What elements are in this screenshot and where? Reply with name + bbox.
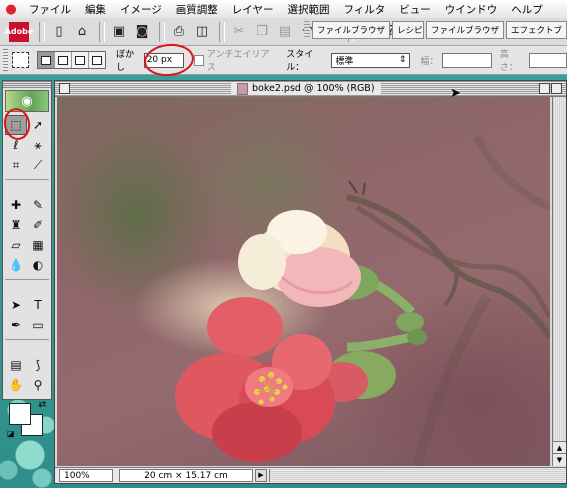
default-colors-icon[interactable]: ◪ — [7, 429, 15, 438]
style-label: スタイル： — [286, 50, 314, 73]
palette-well: ファイルブラウザ レシピ ファイルブラウザ エフェクトブ — [300, 21, 567, 39]
foreground-color-swatch[interactable] — [9, 403, 31, 425]
options-bar: ぼかし アンチエイリアス スタイル： 標準 ⇕ 幅： 高さ： — [0, 46, 567, 75]
rect-marquee-preset-icon[interactable] — [12, 52, 30, 68]
antialias-checkbox[interactable] — [193, 54, 204, 66]
subtract-selection-mode[interactable] — [72, 52, 90, 68]
add-selection-mode[interactable] — [55, 52, 73, 68]
menu-file[interactable]: ファイル — [22, 2, 78, 17]
color-swatches: ⇄ ◪ — [5, 400, 49, 438]
menu-filter[interactable]: フィルタ — [336, 2, 392, 17]
palette-tab-file-browser-2[interactable]: ファイルブラウザ — [425, 21, 504, 39]
zoom-box-icon[interactable] — [539, 83, 550, 94]
menu-layer[interactable]: レイヤー — [225, 2, 281, 17]
cut-icon[interactable]: ✂ — [229, 22, 249, 42]
collapse-box-icon[interactable] — [551, 83, 562, 94]
tool-grid: ⬚ ➚ ℓ ⚹ ⌗ ⟋ ✚ ✎ ♜ ✐ ▱ ▦ 💧 ◐ ➤ T ✒ ▭ ▤ ⟆ … — [3, 114, 51, 396]
swap-colors-icon[interactable]: ⇄ — [38, 400, 46, 410]
save-icon[interactable]: ▣ — [109, 22, 129, 42]
print-icon[interactable]: ⎙ — [169, 22, 189, 42]
tool-separator — [5, 335, 49, 340]
width-label: 幅： — [420, 56, 439, 67]
shortcuts-toolbar: Adobe ▯ ⌂ ▣ ◙ ⎙ ◫ ✂ ❐ ▤ ↶ ↷ ⟋ ? ファイルブラウザ… — [0, 18, 567, 46]
save-for-web-icon[interactable]: ◙ — [132, 22, 152, 42]
shape-tool-icon[interactable]: ▭ — [27, 315, 49, 335]
palette-well-grip[interactable] — [303, 21, 310, 37]
height-label: 高さ： — [499, 50, 518, 73]
menu-adjust[interactable]: 画質調整 — [169, 2, 225, 17]
document-title-text: boke2.psd @ 100% (RGB) — [252, 83, 375, 94]
print-preview-icon[interactable]: ◫ — [192, 22, 212, 42]
toolbar-separator — [39, 21, 45, 42]
path-selection-tool-icon[interactable]: ➤ — [5, 295, 27, 315]
height-input[interactable] — [528, 52, 567, 68]
width-input[interactable] — [442, 52, 492, 68]
toolbar-separator — [99, 21, 105, 42]
document-status-bar: 100% 20 cm × 15.17 cm ▶ — [55, 467, 566, 483]
palette-tab-file-browser[interactable]: ファイルブラウザ — [311, 21, 390, 39]
menu-edit[interactable]: 編集 — [78, 2, 113, 17]
document-window: boke2.psd @ 100% (RGB) ▲ ▼ 100% 20 cm × … — [54, 80, 567, 484]
selection-mode-group — [37, 51, 107, 69]
menu-window[interactable]: ウインドウ — [438, 2, 505, 17]
image-canvas[interactable] — [57, 97, 550, 466]
hand-tool-icon[interactable]: ✋ — [5, 375, 27, 395]
toolbar-separator — [159, 21, 165, 42]
brush-tool-icon[interactable]: ✎ — [27, 195, 49, 215]
tool-separator — [5, 175, 49, 180]
mouse-cursor-icon: ➤ — [450, 86, 461, 101]
options-bar-grip[interactable] — [3, 49, 9, 71]
crop-tool-icon[interactable]: ⌗ — [5, 155, 27, 175]
gradient-tool-icon[interactable]: ▦ — [27, 235, 49, 255]
slice-tool-icon[interactable]: ⟋ — [27, 155, 49, 175]
style-select[interactable]: 標準 ⇕ — [331, 52, 411, 68]
menu-select[interactable]: 選択範囲 — [280, 2, 336, 17]
zoom-level-field[interactable]: 100% — [59, 469, 113, 482]
scroll-down-arrow-icon[interactable]: ▼ — [553, 453, 566, 466]
notes-tool-icon[interactable]: ▤ — [5, 355, 27, 375]
close-box-icon[interactable] — [59, 83, 70, 94]
eyedropper-tool-icon[interactable]: ⟆ — [27, 355, 49, 375]
paste-icon[interactable]: ▤ — [275, 22, 295, 42]
adobe-logo[interactable]: Adobe — [5, 21, 33, 42]
eraser-tool-icon[interactable]: ▱ — [5, 235, 27, 255]
dodge-tool-icon[interactable]: ◐ — [27, 255, 49, 275]
document-titlebar[interactable]: boke2.psd @ 100% (RGB) — [55, 81, 566, 97]
psd-file-icon — [237, 82, 248, 95]
select-arrows-icon: ⇕ — [398, 55, 407, 65]
style-select-value: 標準 — [335, 56, 354, 67]
copy-icon[interactable]: ❐ — [252, 22, 272, 42]
blur-tool-icon[interactable]: 💧 — [5, 255, 27, 275]
menu-image[interactable]: イメージ — [113, 2, 169, 17]
intersect-selection-mode[interactable] — [89, 52, 106, 68]
vertical-scrollbar[interactable]: ▲ ▼ — [552, 97, 566, 466]
menu-view[interactable]: ビュー — [392, 2, 438, 17]
antialias-label: アンチエイリアス — [206, 50, 270, 73]
history-brush-tool-icon[interactable]: ✐ — [27, 215, 49, 235]
horizontal-scrollbar[interactable] — [269, 469, 566, 482]
palette-tab-effects[interactable]: エフェクトブ — [505, 21, 567, 39]
clone-stamp-tool-icon[interactable]: ♜ — [5, 215, 27, 235]
new-document-icon[interactable]: ▯ — [49, 22, 69, 42]
menu-help[interactable]: ヘルプ — [504, 2, 550, 17]
zoom-tool-icon[interactable]: ⚲ — [27, 375, 49, 395]
move-tool-icon[interactable]: ➚ — [27, 115, 49, 135]
feather-label: ぼかし — [116, 50, 135, 73]
new-selection-mode[interactable] — [38, 52, 56, 68]
healing-brush-tool-icon[interactable]: ✚ — [5, 195, 27, 215]
tool-palette-titlebar[interactable] — [3, 81, 51, 88]
document-title: boke2.psd @ 100% (RGB) — [231, 82, 381, 95]
apple-menu-icon[interactable]: ● — [0, 2, 22, 17]
pen-tool-icon[interactable]: ✒ — [5, 315, 27, 335]
status-menu-arrow-icon[interactable]: ▶ — [255, 469, 267, 482]
magic-wand-tool-icon[interactable]: ⚹ — [27, 135, 49, 155]
flower-photo — [175, 135, 550, 466]
menubar: ● ファイル 編集 イメージ 画質調整 レイヤー 選択範囲 フィルタ ビュー ウ… — [0, 0, 567, 19]
document-size-info: 20 cm × 15.17 cm — [119, 469, 253, 482]
palette-tab-recipe[interactable]: レシピ — [391, 21, 424, 39]
tool-separator — [5, 275, 49, 280]
toolbar-separator — [219, 21, 225, 42]
type-tool-icon[interactable]: T — [27, 295, 49, 315]
open-folder-icon[interactable]: ⌂ — [72, 22, 92, 42]
